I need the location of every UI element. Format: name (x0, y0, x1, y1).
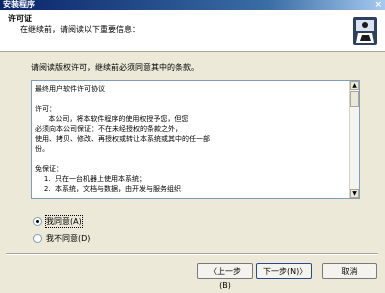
page-title: 许可证 (8, 14, 32, 23)
cancel-button[interactable]: 取消 (322, 263, 377, 279)
agree-radio[interactable]: 我同意(A) (33, 215, 83, 228)
license-scrollbar[interactable]: ▲ ▼ (349, 81, 359, 198)
scroll-up-icon[interactable]: ▲ (350, 81, 359, 90)
title-bar[interactable]: 安装程序 × (0, 0, 385, 10)
disagree-radio[interactable]: 我不同意(D) (33, 233, 90, 244)
license-text: 最终用户软件许可协议 许可： 本公司，将本软件程序的使用权授予您，但您 必须向本… (35, 85, 210, 193)
back-button[interactable]: 〈上一步(B) (197, 263, 253, 290)
scroll-down-icon[interactable]: ▼ (350, 189, 359, 198)
footer-divider (6, 253, 378, 255)
disagree-label[interactable]: 我不同意(D) (46, 233, 90, 244)
radio-unselected-icon[interactable] (33, 234, 42, 243)
next-button[interactable]: 下一步(N)〉 (256, 263, 312, 279)
installer-icon (353, 17, 377, 45)
radio-selected-icon[interactable] (33, 217, 42, 226)
license-textarea[interactable]: 最终用户软件许可协议 许可： 本公司，将本软件程序的使用权授予您，但您 必须向本… (31, 80, 360, 199)
wizard-header: 许可证 在继续前，请阅读以下重要信息： (0, 10, 385, 52)
scroll-thumb[interactable] (350, 91, 359, 107)
instruction-text: 请阅读版权许可，继续前必须同意其中的条款。 (31, 63, 199, 72)
agree-label[interactable]: 我同意(A) (45, 215, 83, 228)
page-subtitle: 在继续前，请阅读以下重要信息： (20, 25, 140, 34)
close-icon[interactable]: × (374, 0, 382, 10)
window-title: 安装程序 (3, 0, 35, 9)
